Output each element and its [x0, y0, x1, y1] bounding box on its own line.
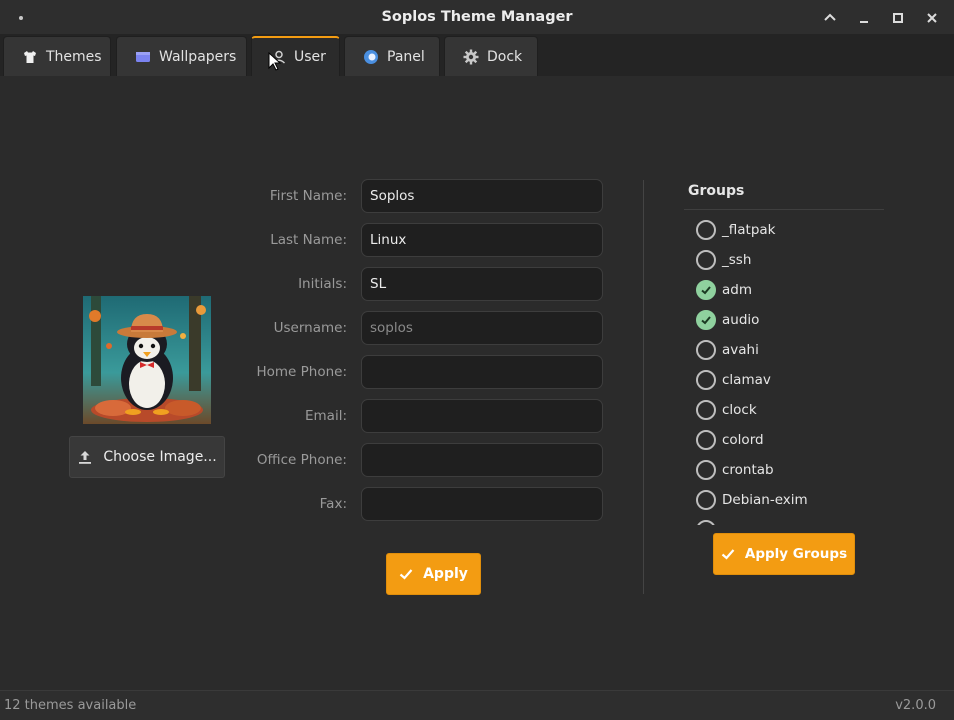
- group-item[interactable]: _flatpak: [684, 215, 775, 245]
- group-checkbox[interactable]: [696, 490, 716, 510]
- group-label: clock: [722, 402, 757, 418]
- fax-label: Fax:: [319, 496, 347, 512]
- home-phone-field[interactable]: [361, 355, 603, 389]
- apply-button[interactable]: Apply: [386, 553, 481, 595]
- apply-groups-label: Apply Groups: [744, 546, 848, 562]
- window-title: Soplos Theme Manager: [381, 9, 573, 25]
- home-phone-label: Home Phone:: [256, 364, 347, 380]
- first-name-label: First Name:: [269, 188, 347, 204]
- group-label: audio: [722, 312, 760, 328]
- initials-label: Initials:: [298, 276, 347, 292]
- group-checkbox[interactable]: [696, 310, 716, 330]
- status-bar: 12 themes available v2.0.0: [0, 690, 954, 720]
- username-field: soplos: [361, 311, 603, 345]
- group-item[interactable]: colord: [684, 425, 764, 455]
- tab-label: Dock: [487, 48, 523, 65]
- group-item-partial[interactable]: [684, 515, 722, 525]
- tab-themes[interactable]: Themes: [3, 36, 111, 76]
- group-label: crontab: [722, 462, 774, 478]
- themes-count: 12 themes available: [4, 698, 137, 713]
- check-icon: [399, 567, 413, 581]
- group-item[interactable]: avahi: [684, 335, 759, 365]
- close-icon[interactable]: [922, 8, 942, 28]
- tab-label: Panel: [387, 48, 425, 65]
- group-checkbox[interactable]: [696, 520, 716, 525]
- tab-user[interactable]: User: [251, 36, 340, 76]
- version-label: v2.0.0: [895, 698, 936, 713]
- image-icon: [135, 49, 151, 65]
- group-item[interactable]: Debian-exim: [684, 485, 808, 515]
- check-icon: [701, 286, 711, 295]
- initials-field[interactable]: SL: [361, 267, 603, 301]
- group-item[interactable]: clamav: [684, 365, 771, 395]
- email-field[interactable]: [361, 399, 603, 433]
- group-label: avahi: [722, 342, 759, 358]
- mouse-cursor-icon: [268, 51, 282, 76]
- office-phone-label: Office Phone:: [256, 452, 347, 468]
- upload-icon: [77, 449, 93, 465]
- last-name-label: Last Name:: [270, 232, 347, 248]
- apply-groups-button[interactable]: Apply Groups: [713, 533, 855, 575]
- group-checkbox[interactable]: [696, 220, 716, 240]
- user-avatar: [83, 296, 211, 424]
- fax-field[interactable]: [361, 487, 603, 521]
- group-label: _ssh: [722, 252, 752, 268]
- gear-icon: [463, 49, 479, 65]
- apply-label: Apply: [423, 566, 468, 582]
- group-checkbox[interactable]: [696, 400, 716, 420]
- title-bar: Soplos Theme Manager: [0, 0, 954, 36]
- group-item[interactable]: _ssh: [684, 245, 751, 275]
- tab-dock[interactable]: Dock: [444, 36, 538, 76]
- group-checkbox[interactable]: [696, 430, 716, 450]
- group-checkbox[interactable]: [696, 460, 716, 480]
- groups-list[interactable]: _flatpak _ssh adm audio avahi clamav clo…: [684, 215, 884, 525]
- group-checkbox[interactable]: [696, 340, 716, 360]
- group-label: Debian-exim: [722, 492, 808, 508]
- tab-label: Wallpapers: [159, 48, 237, 65]
- groups-divider: [684, 209, 884, 210]
- group-checkbox[interactable]: [696, 370, 716, 390]
- group-label: _flatpak: [722, 222, 776, 238]
- check-icon: [721, 547, 735, 561]
- group-item[interactable]: clock: [684, 395, 757, 425]
- chevron-up-icon[interactable]: [820, 8, 840, 28]
- shirt-icon: [22, 49, 38, 65]
- tab-wallpapers[interactable]: Wallpapers: [116, 36, 247, 76]
- tab-label: User: [294, 49, 326, 65]
- tab-panel[interactable]: Panel: [344, 36, 440, 76]
- group-item[interactable]: audio: [684, 305, 759, 335]
- group-item[interactable]: adm: [684, 275, 752, 305]
- group-label: adm: [722, 282, 752, 298]
- tab-label: Themes: [46, 48, 102, 65]
- last-name-field[interactable]: Linux: [361, 223, 603, 257]
- divider: [643, 180, 644, 594]
- maximize-icon[interactable]: [888, 8, 908, 28]
- minimize-icon[interactable]: [854, 8, 874, 28]
- panel-icon: [363, 49, 379, 65]
- groups-title: Groups: [688, 183, 745, 199]
- first-name-field[interactable]: Soplos: [361, 179, 603, 213]
- email-label: Email:: [304, 408, 347, 424]
- group-checkbox[interactable]: [696, 280, 716, 300]
- group-label: colord: [722, 432, 764, 448]
- group-checkbox[interactable]: [696, 250, 716, 270]
- group-item[interactable]: crontab: [684, 455, 774, 485]
- office-phone-field[interactable]: [361, 443, 603, 477]
- group-label: clamav: [722, 372, 771, 388]
- tab-bar: Themes Wallpapers User Panel Dock: [0, 34, 954, 76]
- username-label: Username:: [273, 320, 347, 336]
- check-icon: [701, 316, 711, 325]
